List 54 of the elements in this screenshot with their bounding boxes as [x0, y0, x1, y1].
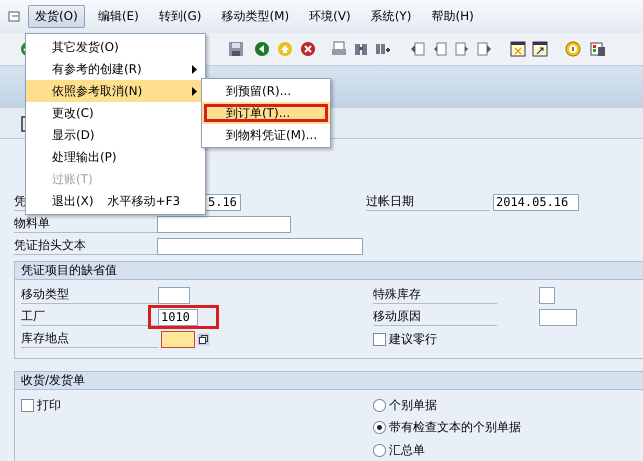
menu-item[interactable]: 到预留(R)...: [202, 80, 330, 102]
menu-item[interactable]: 显示(D): [26, 124, 205, 146]
checkbox-label: 建议零行: [389, 330, 437, 348]
input-field[interactable]: [158, 286, 190, 304]
menu-bar-item[interactable]: 发货(O): [28, 5, 85, 28]
input-field[interactable]: [157, 216, 291, 232]
menu-bar-item[interactable]: 编辑(E): [90, 5, 146, 28]
menu-item[interactable]: 处理输出(P): [26, 146, 205, 168]
input-field[interactable]: [161, 330, 195, 348]
window-icon[interactable]: [510, 41, 526, 57]
menu-bar-item[interactable]: 移动类型(M): [214, 5, 296, 28]
menu-item[interactable]: 更改(C): [26, 102, 205, 124]
menu-bar-item[interactable]: 帮助(H): [424, 5, 481, 28]
menu-bar-item[interactable]: 环境(V): [302, 5, 358, 28]
layout-icon[interactable]: [590, 41, 606, 57]
cancel-icon[interactable]: [300, 41, 316, 57]
menu-item-label: 退出(X): [52, 192, 94, 210]
next-page-icon[interactable]: [454, 41, 470, 57]
checkbox[interactable]: [21, 398, 34, 412]
input-field[interactable]: 5.16: [205, 194, 241, 210]
input-field[interactable]: [539, 308, 577, 326]
menu-item[interactable]: 其它发货(O): [26, 36, 205, 58]
menu-bar-item[interactable]: 系统(Y): [364, 5, 418, 28]
menu-bar-item[interactable]: 转到(G): [152, 5, 208, 28]
back-icon[interactable]: [254, 41, 270, 57]
radio-label: 个别单据: [389, 396, 437, 414]
input-field[interactable]: [539, 286, 555, 304]
menu-item[interactable]: 到订单(T)...: [202, 102, 330, 124]
field-label: 库存地点: [21, 330, 158, 348]
checkbox[interactable]: [373, 332, 386, 346]
radio-button[interactable]: [373, 398, 386, 412]
previous-page-icon[interactable]: [432, 41, 448, 57]
field-label: 移动原因: [373, 308, 497, 326]
group-title: 凭证项目的缺省值: [15, 262, 643, 280]
menu-item[interactable]: 有参考的创建(R): [26, 58, 205, 80]
first-page-icon[interactable]: [410, 41, 426, 57]
menu-item[interactable]: 到物料凭证(M)...: [202, 124, 330, 146]
radio-button[interactable]: [373, 421, 386, 434]
value-help-icon[interactable]: [197, 332, 210, 346]
window-icon[interactable]: [532, 41, 548, 57]
input-field[interactable]: 1010: [158, 308, 198, 326]
field-label: 过帐日期: [366, 193, 490, 211]
radio-label: 汇总单: [389, 442, 425, 459]
group-title: 收货/发货单: [15, 372, 643, 390]
menu-icon[interactable]: [8, 10, 22, 22]
input-field[interactable]: [157, 238, 363, 254]
radio-button[interactable]: [373, 444, 386, 457]
input-field[interactable]: 2014.05.16: [493, 194, 579, 210]
print-icon[interactable]: [331, 41, 347, 57]
radio-label: 带有检查文本的个别单据: [389, 419, 521, 436]
last-page-icon[interactable]: [476, 41, 492, 57]
checkbox-label: 打印: [37, 396, 61, 414]
save-icon[interactable]: [228, 41, 244, 57]
field-label: 特殊库存: [373, 286, 497, 304]
